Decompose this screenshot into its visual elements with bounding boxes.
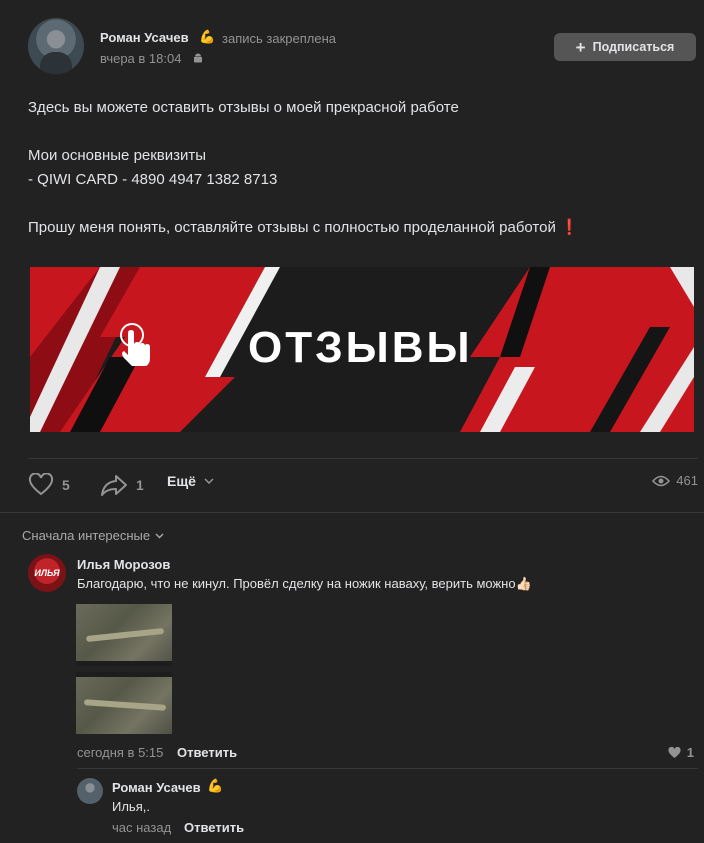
comment-time[interactable]: сегодня в 5:15	[77, 745, 163, 760]
plus-icon: +	[575, 37, 586, 57]
post-text: Здесь вы можете оставить отзывы о моей п…	[28, 96, 678, 240]
post-author-name[interactable]: Роман Усачев	[100, 30, 189, 45]
commenter-avatar[interactable]: ИЛЬЯ	[28, 554, 66, 592]
post-text-line: - QIWI CARD - 4890 4947 1382 8713	[28, 171, 278, 188]
subscribe-button[interactable]: + Подписаться	[554, 33, 696, 61]
heart-icon	[668, 746, 681, 758]
avatar-text: ИЛЬЯ	[34, 568, 60, 578]
views-count: 461	[676, 473, 698, 488]
post-actions: 5 1 Ещё 461	[28, 473, 698, 499]
views-counter: 461	[652, 473, 698, 488]
post-text-line: Прошу меня понять, оставляйте отзывы с п…	[28, 219, 579, 236]
share-button[interactable]: 1	[100, 473, 144, 497]
post-text-line: Мои основные реквизиты	[28, 147, 207, 164]
post-banner-image[interactable]: ОТЗЫВЫ	[30, 267, 694, 432]
like-count: 5	[62, 477, 70, 493]
comment-author[interactable]: Илья Морозов	[77, 557, 170, 572]
comment-photo[interactable]	[76, 672, 172, 734]
heart-icon	[28, 473, 54, 496]
comments-sort-dropdown[interactable]: Сначала интересные	[22, 528, 164, 543]
reply-author[interactable]: Роман Усачев	[112, 780, 201, 795]
more-label: Ещё	[167, 473, 196, 489]
chevron-down-icon	[155, 533, 164, 538]
exclamation-emoji: ❗	[560, 219, 579, 236]
android-icon	[194, 53, 202, 63]
subscribe-label: Подписаться	[592, 40, 675, 54]
divider	[28, 458, 698, 459]
author-badge-icon: 💪	[207, 778, 224, 793]
more-button[interactable]: Ещё	[167, 473, 214, 489]
author-badge-icon: 💪	[199, 29, 216, 44]
reply-time[interactable]: час назад	[112, 820, 171, 835]
post-time[interactable]: вчера в 18:04	[100, 51, 181, 66]
comment-text: Благодарю, что не кинул. Провёл сделку н…	[77, 576, 532, 591]
eye-icon	[652, 475, 671, 486]
chevron-down-icon	[204, 478, 214, 484]
post-header: Роман Усачев 💪 запись закреплена вчера в…	[28, 18, 698, 76]
reply-reply-button[interactable]: Ответить	[184, 820, 244, 835]
share-arrow-icon	[101, 475, 127, 496]
banner-title: ОТЗЫВЫ	[248, 323, 473, 372]
comment-like-button[interactable]: 1	[668, 745, 694, 760]
pinned-label: запись закреплена	[222, 31, 336, 46]
comments-sort-label: Сначала интересные	[22, 528, 151, 543]
comment-reply-button[interactable]: Ответить	[177, 745, 237, 760]
comment-photo[interactable]	[76, 604, 172, 666]
divider	[0, 512, 704, 513]
author-avatar[interactable]	[28, 18, 84, 74]
share-count: 1	[136, 477, 144, 493]
comment-like-count: 1	[686, 745, 694, 760]
post-text-line: Здесь вы можете оставить отзывы о моей п…	[28, 99, 459, 116]
like-button[interactable]: 5	[28, 473, 70, 497]
reply-author-avatar[interactable]	[77, 778, 103, 804]
reply-text: Илья,.	[112, 799, 150, 814]
divider	[77, 768, 698, 769]
